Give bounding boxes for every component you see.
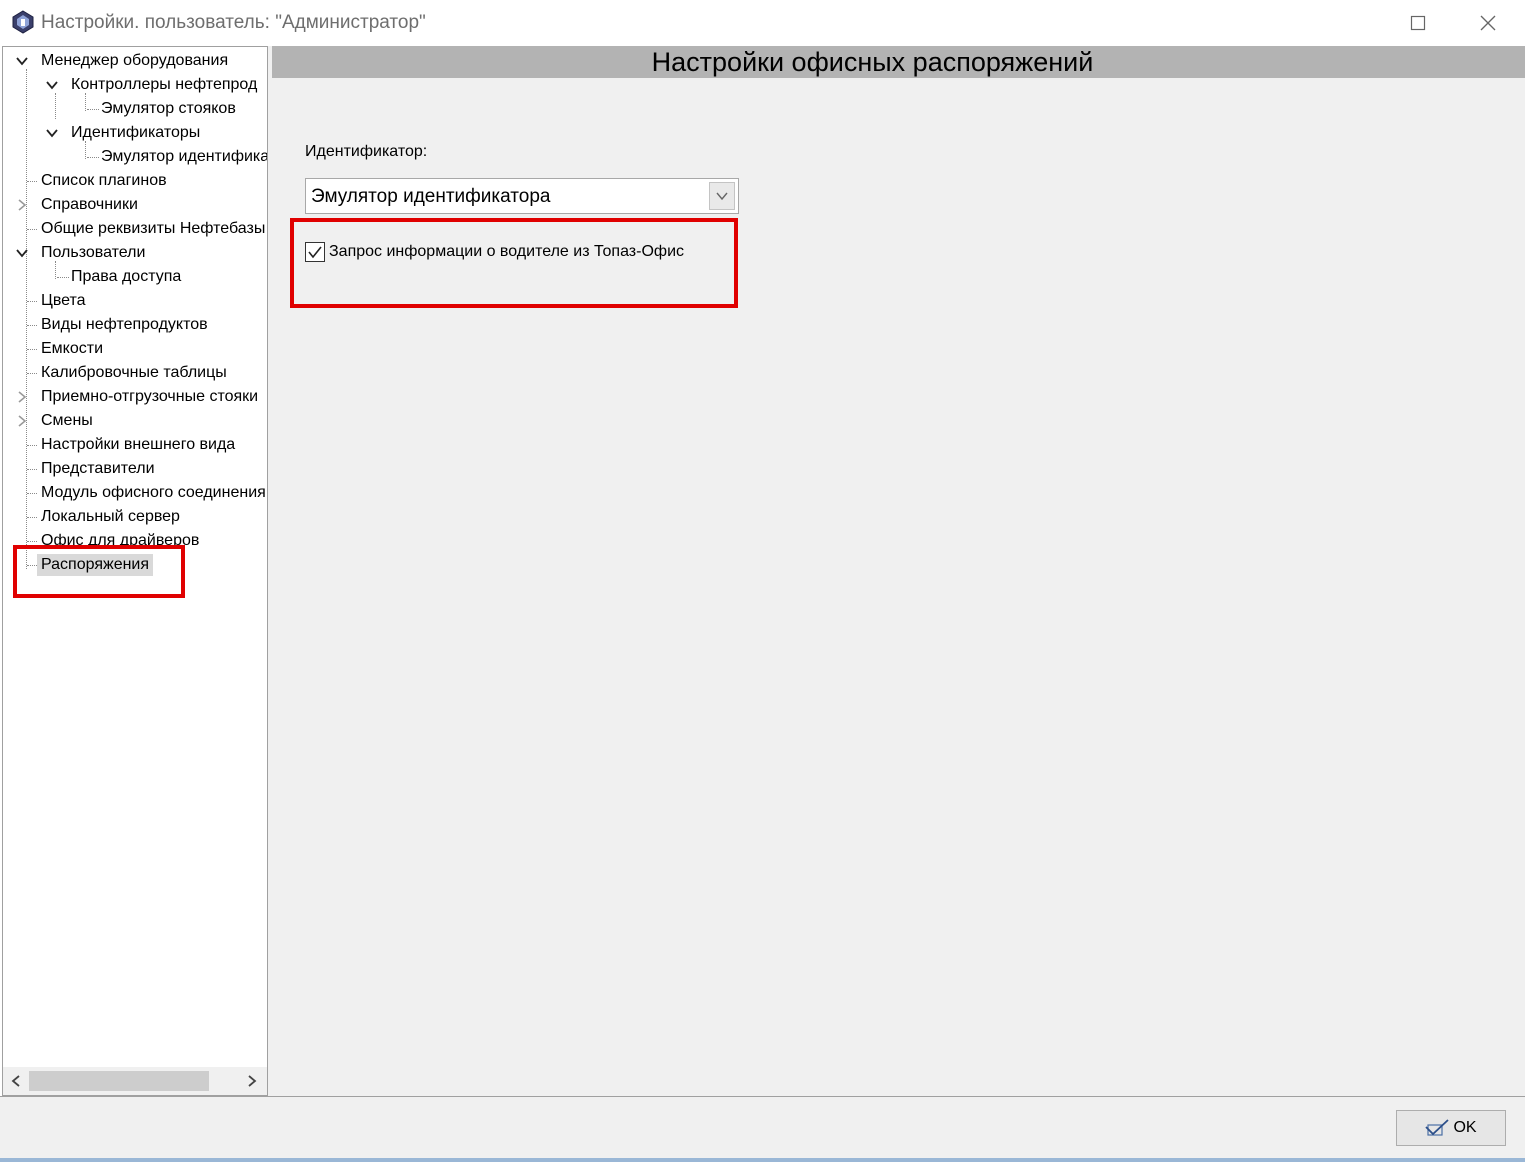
identifier-select[interactable]: Эмулятор идентификатора: [305, 178, 739, 214]
maximize-button[interactable]: [1383, 0, 1453, 46]
scroll-left-button[interactable]: [7, 1073, 25, 1089]
tree-item-identifiers[interactable]: Идентификаторы: [67, 121, 204, 145]
tree-item-references[interactable]: Справочники: [37, 193, 142, 217]
tree-line: [55, 93, 56, 119]
title-bar: Настройки. пользователь: "Администратор": [0, 0, 1525, 46]
tree-item-appearance-settings[interactable]: Настройки внешнего вида: [37, 433, 239, 457]
dropdown-button[interactable]: [709, 182, 735, 210]
tree-item-fuel-controllers[interactable]: Контроллеры нефтепрод: [67, 73, 261, 97]
tree-item-label: Виды нефтепродуктов: [41, 316, 208, 333]
tree-item-label: Общие реквизиты Нефтебазы: [41, 220, 266, 237]
tree-line: [27, 373, 37, 374]
tree-item-colors[interactable]: Цвета: [37, 289, 90, 313]
close-button[interactable]: [1453, 0, 1523, 46]
tree-item-equipment-manager[interactable]: Менеджер оборудования: [37, 49, 232, 73]
scroll-right-button[interactable]: [243, 1073, 261, 1089]
chevron-down-icon: [46, 81, 58, 90]
tree-line: [27, 493, 37, 494]
tree-item-label: Модуль офисного соединения: [41, 484, 266, 501]
window-title: Настройки. пользователь: "Администратор": [41, 12, 426, 33]
tree-item-tanks[interactable]: Емкости: [37, 337, 107, 361]
tree-item-label: Эмулятор идентифика: [101, 148, 268, 165]
tree-line: [27, 349, 37, 350]
tree-expander[interactable]: [15, 414, 29, 428]
close-icon: [1480, 15, 1496, 31]
section-header: Настройки офисных распоряжений: [272, 46, 1525, 78]
minimize-icon: [1342, 22, 1354, 24]
tree-item-office-connection-module[interactable]: Модуль офисного соединения: [37, 481, 267, 505]
ok-check-icon: [1425, 1119, 1450, 1136]
tree-item-loading-racks[interactable]: Приемно-отгрузочные стояки: [37, 385, 262, 409]
tree-line: [27, 469, 37, 470]
tree-item-label: Локальный сервер: [41, 508, 180, 525]
tree-line: [27, 229, 37, 230]
tree-line: [26, 69, 27, 569]
tree-expander[interactable]: [15, 246, 29, 260]
settings-content: Настройки офисных распоряжений Идентифик…: [272, 46, 1525, 1096]
tree-item-label: Эмулятор стояков: [101, 100, 236, 117]
tree-item-fuel-types[interactable]: Виды нефтепродуктов: [37, 313, 212, 337]
chevron-right-icon: [248, 1075, 257, 1087]
chevron-right-icon: [18, 199, 27, 211]
tree-item-rack-emulator[interactable]: Эмулятор стояков: [97, 97, 240, 121]
chevron-right-icon: [18, 391, 27, 403]
chevron-left-icon: [11, 1075, 20, 1087]
tree-item-label: Идентификаторы: [71, 124, 201, 141]
tree-item-label: Приемно-отгрузочные стояки: [41, 388, 259, 405]
tree-item-label: Справочники: [41, 196, 138, 213]
page-title: Настройки офисных распоряжений: [651, 46, 1094, 77]
tree-line: [27, 325, 37, 326]
dialog-footer: OK: [0, 1096, 1525, 1158]
tree-expander[interactable]: [15, 54, 29, 68]
chevron-down-icon: [716, 192, 728, 201]
tree-item-label: Настройки внешнего вида: [41, 436, 236, 453]
scroll-thumb[interactable]: [29, 1071, 209, 1091]
tree-expander[interactable]: [15, 390, 29, 404]
tree-item-representatives[interactable]: Представители: [37, 457, 159, 481]
ok-button[interactable]: OK: [1396, 1110, 1506, 1146]
tree-horizontal-scrollbar[interactable]: [3, 1067, 267, 1095]
tree-item-label: Пользователи: [41, 244, 146, 261]
chevron-down-icon: [16, 249, 28, 258]
tree-item-label: Права доступа: [71, 268, 182, 285]
chevron-down-icon: [16, 57, 28, 66]
tree-expander[interactable]: [45, 78, 59, 92]
tree-line: [27, 517, 37, 518]
tree-item-local-server[interactable]: Локальный сервер: [37, 505, 184, 529]
minimize-button[interactable]: [1313, 0, 1383, 46]
highlight-box-checkbox: [290, 218, 738, 308]
tree-item-label: Менеджер оборудования: [41, 52, 229, 69]
tree-item-label: Представители: [41, 460, 155, 477]
maximize-icon: [1410, 15, 1426, 31]
tree-line: [27, 541, 37, 542]
tree-item-calibration-tables[interactable]: Калибровочные таблицы: [37, 361, 231, 385]
tree-item-label: Цвета: [41, 292, 86, 309]
identifier-label: Идентификатор:: [305, 143, 428, 160]
tree-item-label: Список плагинов: [41, 172, 167, 189]
tree-item-label: Калибровочные таблицы: [41, 364, 227, 381]
tree-item-oil-depot-requisites[interactable]: Общие реквизиты Нефтебазы: [37, 217, 267, 241]
tree-item-identifier-emulator[interactable]: Эмулятор идентифика: [97, 145, 268, 169]
chevron-down-icon: [46, 129, 58, 138]
tree-line: [27, 181, 37, 182]
tree-item-plugins[interactable]: Список плагинов: [37, 169, 171, 193]
tree-item-label: Контроллеры нефтепрод: [71, 76, 258, 93]
ok-button-label: OK: [1453, 1119, 1477, 1136]
tree-item-label: Емкости: [41, 340, 104, 357]
tree-item-shifts[interactable]: Смены: [37, 409, 97, 433]
tree-expander[interactable]: [15, 198, 29, 212]
chevron-right-icon: [18, 415, 27, 427]
identifier-select-value: Эмулятор идентификатора: [311, 186, 551, 207]
window-bottom-edge: [0, 1158, 1525, 1162]
tree-line: [27, 445, 37, 446]
app-icon: [12, 10, 34, 34]
tree-expander[interactable]: [45, 126, 59, 140]
highlight-box-tree-item: [13, 545, 185, 598]
tree-line: [27, 301, 37, 302]
tree-item-users[interactable]: Пользователи: [37, 241, 149, 265]
tree-item-label: Смены: [41, 412, 93, 429]
tree-item-access-rights[interactable]: Права доступа: [67, 265, 185, 289]
